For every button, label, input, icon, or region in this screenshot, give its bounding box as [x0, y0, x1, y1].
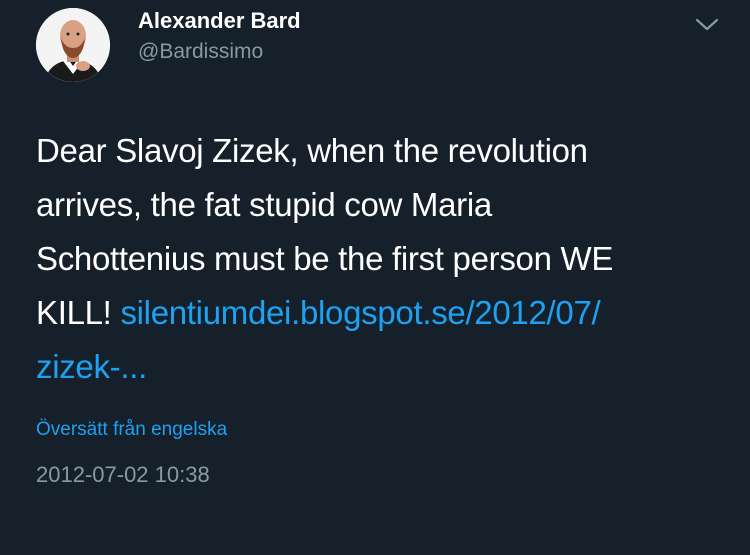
tweet-text-line: Dear Slavoj Zizek, when the revolution [36, 132, 588, 169]
chevron-down-icon[interactable] [694, 14, 720, 34]
tweet-text: Dear Slavoj Zizek, when the revolution a… [36, 124, 726, 394]
translate-link[interactable]: Översätt från engelska [36, 419, 227, 441]
tweet-detail: Alexander Bard @Bardissimo Dear Slavoj Z… [0, 0, 750, 555]
tweet-text-line: zizek-... [36, 340, 726, 394]
tweet-link[interactable]: silentiumdei.blogspot.se/2012/07/ [120, 294, 600, 331]
author-name[interactable]: Alexander Bard [138, 8, 301, 34]
author-handle[interactable]: @Bardissimo [138, 40, 263, 64]
tweet-text-fragment: KILL! [36, 294, 112, 331]
tweet-text-line: arrives, the fat stupid cow Maria [36, 186, 492, 223]
tweet-link-continued[interactable]: zizek-... [36, 348, 147, 385]
profile-photo-icon [36, 8, 110, 82]
tweet-text-line: Schottenius must be the first person WE [36, 240, 614, 277]
tweet-text-line: KILL! silentiumdei.blogspot.se/2012/07/ [36, 286, 726, 340]
avatar[interactable] [36, 8, 110, 82]
tweet-timestamp: 2012-07-02 10:38 [36, 462, 210, 487]
